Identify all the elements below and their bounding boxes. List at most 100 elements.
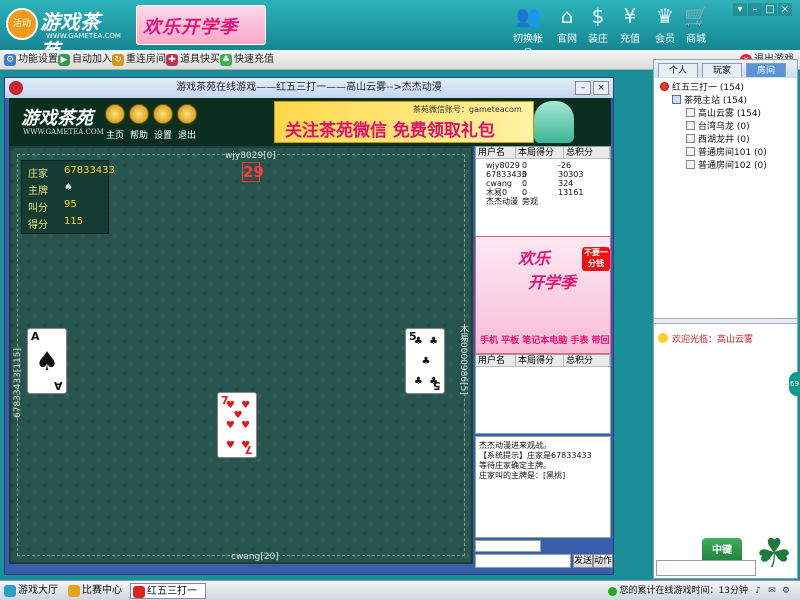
spade-icon: ♠ xyxy=(35,347,59,377)
tree-item-room[interactable]: 台湾乌龙 (0) xyxy=(686,121,750,133)
shop-icon: ✚ xyxy=(166,54,178,66)
clover-icon: ☘ xyxy=(756,531,792,577)
online-time-status: 您的累计在线游戏时间：13分钟 xyxy=(607,584,748,598)
tray-sound-icon[interactable]: ♪ xyxy=(752,585,764,597)
score-table: 用户名 本局得分 总积分 wjy8029 0 -26 67833433 0 30… xyxy=(475,146,611,238)
table-row: 木易0 xyxy=(486,188,508,197)
minimize-icon[interactable]: – xyxy=(748,3,762,16)
tree-item-room[interactable]: 高山云雾 (154) xyxy=(686,108,761,120)
menu-quick-buy[interactable]: ✚ 道具快买 xyxy=(166,53,220,67)
room-icon xyxy=(686,108,695,117)
menu-quick-recharge[interactable]: ♣ 快速充值 xyxy=(220,53,274,67)
tab-rooms[interactable]: 房间 xyxy=(746,63,786,77)
chat-line: 杰杰动漫进来观战。 xyxy=(479,441,551,450)
game-title: 游戏茶苑在线游戏——红五三打一——高山云雾-->杰杰动漫 xyxy=(176,82,442,93)
player-right-name: 木易0000986[5] xyxy=(458,324,468,395)
top-banner: 活动 游戏茶苑 WWW.GAMETEA.COM 欢乐开学季 👥切换帐号 ⌂官网 … xyxy=(0,0,800,63)
window-controls: ▾ – □ × xyxy=(732,2,798,16)
panel-splitter[interactable] xyxy=(654,318,797,324)
room-icon xyxy=(686,147,695,156)
right-panel-tabs: 个人 玩家 房间 xyxy=(654,60,797,78)
heart-icon xyxy=(660,82,669,91)
settings-coin-icon[interactable] xyxy=(153,104,173,124)
tree-item-main-site[interactable]: 茶苑主站 (154) xyxy=(672,95,747,107)
send-button[interactable]: 发送 xyxy=(573,554,593,568)
user-col-name: 用户名 xyxy=(476,355,516,367)
card-table: 庄家 67833433 主牌 ♠ 叫分 95 得分 115 wjy8029[0] 29 … xyxy=(9,146,473,564)
recharge-icon: ♣ xyxy=(220,54,232,66)
game-info-panel: 庄家 67833433 主牌 ♠ 叫分 95 得分 115 xyxy=(21,160,115,234)
card-right-five-clubs: 5 ♣ ♣ ♣ ♣ ♣ 5 xyxy=(405,328,445,394)
player-left-name: 67833433[115] xyxy=(13,348,23,419)
user-col-round: 本局得分 xyxy=(516,355,564,367)
side-drawer-handle[interactable]: 69 xyxy=(789,372,800,396)
users-icon: 👥 xyxy=(516,4,541,28)
game-header-logo: 游戏茶苑 WWW.GAMETEA.COM xyxy=(21,108,104,136)
tree-item-game[interactable]: 红五三打一 (154) xyxy=(660,82,744,94)
game-close-icon[interactable]: × xyxy=(593,81,609,95)
game-minimize-icon[interactable]: – xyxy=(575,81,591,95)
game-title-bar: 游戏茶苑在线游戏——红五三打一——高山云雾-->杰杰动漫 – × xyxy=(5,78,613,98)
yen-icon: ¥ xyxy=(623,4,637,28)
maximize-icon[interactable]: □ xyxy=(763,3,777,16)
tree-item-room[interactable]: 普通房间101 (0) xyxy=(686,147,767,159)
side-promo-ad[interactable]: 欢乐 开学季 不要一分钱 手机 平板 笔记本电脑 手表 带回家 xyxy=(475,236,611,354)
call-value: 95 xyxy=(64,199,77,210)
taskbar-current-game[interactable]: 红五三打一 xyxy=(130,583,206,599)
tree-item-room[interactable]: 西湖龙井 (0) xyxy=(686,134,750,146)
lobby-icon xyxy=(4,585,16,597)
chat-target-select[interactable] xyxy=(475,540,541,552)
nav-help[interactable]: 帮助 xyxy=(127,128,151,141)
taskbar-lobby[interactable]: 游戏大厅 xyxy=(2,583,64,599)
action-button[interactable]: 动作 xyxy=(593,554,613,568)
room-chat-input[interactable] xyxy=(656,560,756,576)
game-icon xyxy=(9,81,23,95)
menu-auto-join[interactable]: ▶ 自动加入 xyxy=(58,53,112,67)
promo-text: 欢乐开学季 xyxy=(143,17,238,38)
chat-log[interactable]: 杰杰动漫进来观战。 【系统提示】庄家是67833433 等待庄家确定主牌。 庄家… xyxy=(475,436,611,538)
user-col-total: 总积分 xyxy=(564,355,610,367)
help-coin-icon[interactable] xyxy=(129,104,149,124)
player-bottom-name: cwang[20] xyxy=(231,552,279,562)
promo-banner[interactable]: 欢乐开学季 xyxy=(136,5,266,45)
tab-personal[interactable]: 个人 xyxy=(658,63,698,77)
room-icon xyxy=(686,160,695,169)
vip-crown-icon: ♛ xyxy=(656,4,674,28)
game-icon xyxy=(133,586,145,598)
mall-button[interactable]: 🛒 商城 xyxy=(678,4,714,48)
game-header: 游戏茶苑 WWW.GAMETEA.COM 主页 帮助 设置 退出 茶苑微信账号：… xyxy=(9,98,611,146)
taskbar-match-center[interactable]: 比赛中心 xyxy=(66,583,128,599)
score-col-total: 总积分 xyxy=(564,147,610,159)
dealer-button[interactable]: $ 装庄 xyxy=(580,4,616,48)
tab-players[interactable]: 玩家 xyxy=(702,63,742,77)
cart-icon: 🛒 xyxy=(684,4,709,28)
player-top-name: wjy8029[0] xyxy=(225,151,276,161)
score-col-round: 本局得分 xyxy=(516,147,564,159)
trophy-icon xyxy=(68,585,80,597)
exit-coin-icon[interactable] xyxy=(177,104,197,124)
nav-exit[interactable]: 退出 xyxy=(175,128,199,141)
home-icon: ⌂ xyxy=(560,4,574,28)
room-icon xyxy=(686,121,695,130)
chat-input[interactable] xyxy=(475,554,571,568)
ad-big-text: 关注茶苑微信 免费领取礼包 xyxy=(285,121,495,141)
trump-row: 主牌 ♠ xyxy=(28,182,73,197)
nav-settings[interactable]: 设置 xyxy=(151,128,175,141)
switch-account-button[interactable]: 👥切换帐号 xyxy=(510,4,546,60)
free-badge: 不要一分钱 xyxy=(582,247,610,271)
menu-settings[interactable]: ⚙ 功能设置 xyxy=(4,53,58,67)
settings-icon: ⚙ xyxy=(4,54,16,66)
menu-reconnect[interactable]: ↻ 重连房间 xyxy=(112,53,166,67)
tray-settings-icon[interactable]: ⚙ xyxy=(780,585,792,597)
tray-message-icon[interactable]: ✉ xyxy=(766,585,778,597)
home-coin-icon[interactable] xyxy=(105,104,125,124)
close-icon[interactable]: × xyxy=(778,3,792,16)
wechat-ad-banner[interactable]: 茶苑微信账号：gameteacom 关注茶苑微信 免费领取礼包 xyxy=(274,101,534,143)
nav-home[interactable]: 主页 xyxy=(103,128,127,141)
user-list-table[interactable]: 用户名 本局得分 总积分 xyxy=(475,354,611,434)
table-row: cwang xyxy=(486,179,512,188)
tree-item-room[interactable]: 普通房间102 (0) xyxy=(686,160,767,172)
skin-icon[interactable]: ▾ xyxy=(733,3,747,16)
online-status-icon xyxy=(607,587,617,596)
recharge-button[interactable]: ¥ 充值 xyxy=(612,4,648,48)
